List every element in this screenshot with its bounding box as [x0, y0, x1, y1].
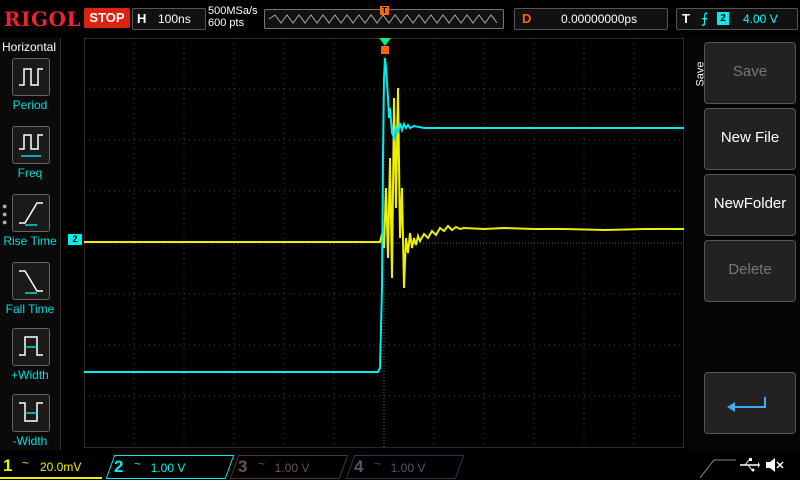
rise-time-button[interactable]	[12, 194, 50, 232]
delay-box[interactable]: D 0.00000000ps	[514, 8, 668, 30]
waveform-display[interactable]	[84, 38, 684, 448]
run-stop-status[interactable]: STOP	[84, 8, 130, 28]
trigger-label: T	[682, 11, 690, 26]
trigger-level: 4.00 V	[743, 12, 778, 26]
trigger-arrow-icon	[379, 38, 391, 54]
delay-label: D	[522, 11, 532, 26]
horizontal-timebase-box[interactable]: H 100ns	[132, 8, 206, 30]
horizontal-measure-panel: Horizontal ● ● ● Period Freq Rise Time Fal…	[0, 38, 61, 450]
ch3-coupling-icon: ~	[258, 457, 266, 471]
rise-time-icon	[19, 202, 43, 226]
new-folder-label: NewFolder	[713, 195, 787, 212]
ch2-number: 2	[114, 457, 124, 476]
ch1-coupling-icon: ~	[22, 456, 30, 470]
bar-divider	[700, 459, 736, 478]
fall-time-label: Fall Time	[5, 302, 55, 316]
freq-button[interactable]	[12, 126, 50, 164]
rising-edge-icon: ⨍	[701, 10, 709, 26]
brand-logo: RIGOL	[4, 7, 82, 31]
ch3-status[interactable]: 3 ~ 1.00 V	[229, 455, 349, 479]
usb-icon	[738, 456, 760, 479]
negative-width-icon	[19, 402, 43, 422]
ch2-scale: 1.00 V	[150, 461, 186, 475]
ch1-status[interactable]: 1 ~ 20.0mV	[0, 455, 102, 479]
ch4-coupling-icon: ~	[374, 457, 382, 471]
trigger-position-marker: T	[380, 6, 389, 15]
sample-rate-info: 500MSa/s 600 pts	[208, 5, 258, 29]
delay-value: 0.00000000ps	[561, 12, 638, 26]
period-button[interactable]	[12, 58, 50, 96]
save-menu-title: Save	[686, 38, 707, 118]
save-button-label: Save	[732, 63, 768, 80]
ch2-coupling-icon: ~	[134, 457, 142, 471]
ch1-number: 1	[3, 456, 13, 475]
positive-width-button[interactable]	[12, 328, 50, 366]
memory-points: 600 pts	[208, 17, 245, 29]
ch4-scale: 1.00 V	[390, 461, 426, 475]
period-label: Period	[12, 98, 48, 112]
fall-time-icon	[19, 270, 43, 294]
ch2-status[interactable]: 2 ~ 1.00 V	[105, 455, 235, 479]
page-indicator-dots: ● ● ●	[2, 201, 8, 227]
sample-rate: 500MSa/s	[208, 5, 258, 17]
ch4-status[interactable]: 4 ~ 1.00 V	[345, 455, 465, 479]
new-file-button[interactable]: New File	[704, 108, 796, 170]
trigger-box[interactable]: T ⨍ 2 4.00 V	[676, 8, 798, 30]
rise-time-label: Rise Time	[3, 234, 57, 248]
delete-button[interactable]: Delete	[704, 240, 796, 302]
delete-label: Delete	[728, 261, 772, 278]
save-button[interactable]: Save	[704, 42, 796, 104]
freq-label: Freq	[17, 166, 43, 180]
period-icon	[19, 68, 43, 86]
ch4-number: 4	[354, 457, 364, 476]
return-arrow-icon	[727, 397, 766, 412]
ch2-offset-marker[interactable]: 2	[68, 234, 82, 245]
new-file-label: New File	[720, 129, 780, 146]
new-folder-button[interactable]: NewFolder	[704, 174, 796, 236]
horizontal-label: H	[137, 11, 147, 26]
positive-width-icon	[19, 336, 43, 356]
return-button[interactable]	[704, 372, 796, 434]
negative-width-button[interactable]	[12, 394, 50, 432]
fall-time-button[interactable]	[12, 262, 50, 300]
ch3-number: 3	[238, 457, 248, 476]
ch1-scale: 20.0mV	[40, 460, 82, 474]
negative-width-label: -Width	[12, 434, 48, 448]
ch3-scale: 1.00 V	[274, 461, 310, 475]
trigger-source: 2	[717, 12, 729, 25]
positive-width-label: +Width	[11, 368, 49, 382]
timebase-value: 100ns	[158, 12, 191, 26]
left-panel-title: Horizontal	[2, 40, 57, 54]
freq-icon	[19, 134, 43, 157]
speaker-muted-icon[interactable]	[764, 456, 784, 479]
